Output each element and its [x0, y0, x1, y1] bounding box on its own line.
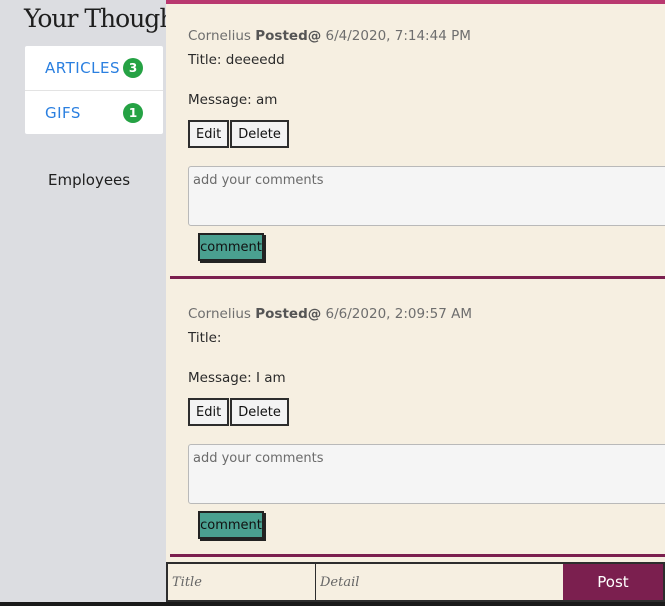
post-timestamp: 6/6/2020, 2:09:57 AM	[325, 306, 472, 322]
comment-input[interactable]	[188, 444, 665, 504]
comment-input[interactable]	[188, 166, 665, 226]
post-title: Title:	[188, 330, 222, 346]
delete-button[interactable]: Delete	[230, 120, 289, 148]
detail-input[interactable]	[316, 564, 563, 600]
main-feed: Cornelius Posted@ 6/4/2020, 7:14:44 PM T…	[166, 0, 665, 606]
title-input[interactable]	[168, 564, 316, 600]
comment-button[interactable]: comment	[198, 511, 264, 539]
post-divider	[170, 276, 665, 279]
sidebar: Your Thoughts ARTICLES 3 GIFS 1 Employee…	[0, 0, 196, 606]
top-accent-bar	[166, 0, 665, 4]
post-meta: Cornelius Posted@ 6/6/2020, 2:09:57 AM	[188, 306, 472, 322]
count-badge: 1	[123, 102, 143, 123]
post-actions: Edit Delete	[188, 398, 289, 426]
nav-card: ARTICLES 3 GIFS 1	[25, 46, 163, 134]
nav-item-articles[interactable]: ARTICLES 3	[25, 46, 163, 90]
post-author: Cornelius	[188, 28, 251, 44]
post-button[interactable]: Post	[563, 564, 663, 600]
post-title: Title: deeeedd	[188, 52, 285, 68]
posted-label: Posted@	[255, 28, 322, 44]
edit-button[interactable]: Edit	[188, 398, 230, 426]
post-timestamp: 6/4/2020, 7:14:44 PM	[325, 28, 471, 44]
nav-item-label: GIFS	[45, 103, 81, 122]
bottom-edge	[0, 602, 665, 606]
post-meta: Cornelius Posted@ 6/4/2020, 7:14:44 PM	[188, 28, 471, 44]
post-divider	[170, 554, 665, 557]
nav-item-gifs[interactable]: GIFS 1	[25, 90, 163, 134]
delete-button[interactable]: Delete	[230, 398, 289, 426]
edit-button[interactable]: Edit	[188, 120, 230, 148]
nav-link-employees[interactable]: Employees	[48, 171, 130, 189]
post-message: Message: I am	[188, 370, 286, 386]
posted-label: Posted@	[255, 306, 322, 322]
post-actions: Edit Delete	[188, 120, 289, 148]
nav-item-label: ARTICLES	[45, 59, 121, 77]
post-author: Cornelius	[188, 306, 251, 322]
count-badge: 3	[123, 58, 143, 78]
comment-button[interactable]: comment	[198, 233, 264, 261]
post-message: Message: am	[188, 92, 278, 108]
new-post-form: Post	[166, 562, 665, 602]
